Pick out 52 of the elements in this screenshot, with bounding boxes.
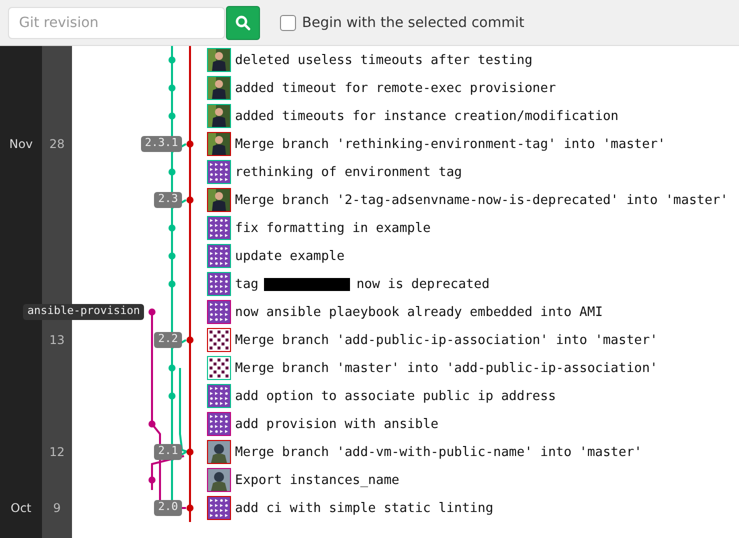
commit-dot[interactable] — [168, 392, 176, 400]
commit-message[interactable]: Merge branch 'add-vm-with-public-name' into 'master' — [235, 444, 642, 460]
commit-dot[interactable] — [168, 84, 176, 92]
tag-label[interactable]: 2.3 — [154, 192, 182, 208]
commit-dot[interactable] — [168, 224, 176, 232]
commit-dot[interactable] — [186, 504, 194, 512]
search-field[interactable]: Git revision — [8, 6, 225, 38]
commit-dot[interactable] — [148, 308, 156, 316]
tag-label[interactable]: 2.2 — [154, 332, 182, 348]
commit-message[interactable]: Merge branch 'master' into 'add-public-ip-association' — [235, 360, 658, 376]
commit-dot[interactable] — [168, 168, 176, 176]
day-label: 28 — [49, 137, 65, 151]
checkbox[interactable] — [280, 14, 296, 30]
search-button[interactable] — [226, 6, 260, 40]
month-label: Nov — [9, 137, 33, 151]
commit-message[interactable]: added timeouts for instance creation/modification — [235, 108, 619, 124]
commit-dot[interactable] — [186, 140, 194, 148]
search-icon — [235, 14, 251, 30]
commit-dot[interactable] — [186, 196, 194, 204]
commit-dot[interactable] — [168, 252, 176, 260]
tag-label[interactable]: 2.3.1 — [140, 136, 182, 152]
commit-dot[interactable] — [168, 280, 176, 288]
commit-message[interactable]: deleted useless timeouts after testing — [235, 52, 532, 68]
commit-dot[interactable] — [148, 420, 156, 428]
day-label: 13 — [49, 333, 65, 347]
branch-label[interactable]: ansible-provision — [23, 304, 144, 320]
commit-dot[interactable] — [168, 112, 176, 120]
commit-dot[interactable] — [186, 336, 194, 344]
commit-message[interactable]: add provision with ansible — [235, 416, 438, 432]
commit-message[interactable]: now is deprecated — [356, 276, 490, 292]
commit-dot[interactable] — [168, 56, 176, 64]
commit-dot[interactable] — [168, 364, 176, 372]
commit-message[interactable]: fix formatting in example — [235, 220, 431, 236]
commit-dot[interactable] — [186, 448, 194, 456]
tag-label[interactable]: 2.0 — [154, 500, 182, 516]
month-label: Oct — [10, 501, 32, 515]
day-label: 12 — [49, 445, 65, 459]
commit-message[interactable]: added timeout for remote-exec provisioner — [235, 80, 556, 96]
commit-message[interactable]: update example — [235, 248, 345, 264]
commit-message[interactable]: Merge branch 'rethinking-environment-tag' into 'master' — [235, 136, 666, 152]
commit-message[interactable]: Merge branch 'add-public-ip-association' into 'master' — [235, 332, 658, 348]
commit-message[interactable]: Export instances_name — [235, 472, 400, 488]
commit-message[interactable]: tag — [235, 276, 258, 292]
day-label: 9 — [53, 501, 61, 515]
commit-message[interactable]: add option to associate public ip address — [235, 388, 556, 404]
commit-message[interactable]: now ansible plaeybook already embedded into AMI — [235, 304, 603, 320]
commit-message[interactable]: add ci with simple static linting — [235, 500, 494, 516]
commit-message[interactable]: Merge branch '2-tag-adsenvname-now-is-deprecated' into 'master' — [235, 192, 728, 208]
checkbox-label[interactable]: Begin with the selected commit — [302, 14, 524, 30]
tag-label[interactable]: 2.1 — [154, 444, 182, 460]
commit-dot[interactable] — [148, 476, 156, 484]
commit-message[interactable]: rethinking of environment tag — [235, 164, 462, 180]
